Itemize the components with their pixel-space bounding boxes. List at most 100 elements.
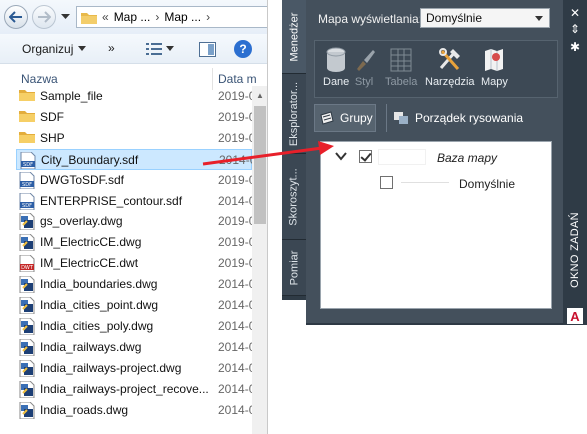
address-crumb-separator-2[interactable]: › bbox=[206, 10, 210, 24]
tab-explorer[interactable]: Eksplorator... bbox=[282, 74, 306, 154]
file-row[interactable]: India_roads.dwg 2014-0 bbox=[16, 400, 252, 421]
style-button[interactable]: Styl bbox=[353, 47, 375, 88]
sdf-file-icon: SDF bbox=[19, 171, 35, 190]
palette-tabs: Menedżer Eksplorator... Skoroszyt... Pom… bbox=[282, 0, 306, 300]
svg-text:DWT: DWT bbox=[21, 265, 34, 271]
default-layer-swatch bbox=[401, 182, 449, 184]
dwg-file-icon bbox=[19, 401, 35, 419]
map-display-select[interactable]: Domyślnie bbox=[420, 8, 550, 28]
groups-button[interactable]: Grupy bbox=[314, 104, 376, 132]
file-row[interactable]: India_railways.dwg 2014-0 bbox=[16, 337, 252, 358]
file-row[interactable]: India_cities_poly.dwg 2014-0 bbox=[16, 316, 252, 337]
file-row[interactable]: SDF ENTERPRISE_contour.sdf 2014-0 bbox=[16, 191, 252, 212]
vertical-scrollbar[interactable]: ▲ bbox=[252, 86, 267, 434]
maps-button[interactable]: Mapy bbox=[481, 47, 508, 88]
base-map-checkbox[interactable] bbox=[359, 150, 372, 163]
auto-hide-icon[interactable]: ⇕ bbox=[568, 22, 582, 36]
change-view-button[interactable] bbox=[146, 43, 174, 55]
file-row[interactable]: SDF 2019-0 bbox=[16, 107, 252, 128]
organize-button[interactable]: Organizuj bbox=[22, 42, 87, 56]
file-date: 2019-0 bbox=[218, 130, 252, 145]
file-name: India_railways-project.dwg bbox=[40, 360, 182, 375]
autocad-logo-icon[interactable]: A bbox=[567, 308, 583, 324]
file-row[interactable]: SHP 2019-0 bbox=[16, 128, 252, 149]
address-crumb-2[interactable]: Map ... bbox=[164, 10, 201, 24]
forward-button[interactable] bbox=[32, 5, 56, 29]
file-date: 2014-0 bbox=[219, 152, 252, 167]
chevron-down-icon bbox=[535, 16, 543, 21]
gear-icon[interactable]: ✱ bbox=[568, 40, 582, 54]
tools-button[interactable]: Narzędzia bbox=[425, 47, 475, 88]
chevron-down-icon bbox=[166, 46, 174, 51]
file-row[interactable]: India_boundaries.dwg 2014-0 bbox=[16, 274, 252, 295]
file-date: 2019-0 bbox=[218, 89, 252, 103]
file-name: City_Boundary.sdf bbox=[41, 152, 139, 167]
address-crumb-1[interactable]: Map ... bbox=[114, 10, 151, 24]
recent-locations-dropdown[interactable] bbox=[61, 12, 70, 21]
help-button[interactable]: ? bbox=[234, 40, 252, 58]
address-field[interactable]: « Map ... › Map ... › bbox=[76, 6, 267, 28]
file-name: IM_ElectricCE.dwt bbox=[40, 256, 139, 271]
file-row[interactable]: IM_ElectricCE.dwg 2019-0 bbox=[16, 232, 252, 253]
preview-pane-button[interactable] bbox=[199, 42, 216, 57]
file-date: 2014-0 bbox=[218, 318, 252, 333]
file-row[interactable]: Sample_file 2019-0 bbox=[16, 86, 252, 107]
dwg-file-icon bbox=[19, 317, 35, 336]
back-button[interactable] bbox=[4, 5, 28, 29]
base-map-label: Baza mapy bbox=[437, 151, 498, 165]
data-button-label: Dane bbox=[323, 76, 350, 88]
column-name-header[interactable]: Nazwa bbox=[21, 72, 58, 86]
more-commands-button[interactable]: » bbox=[108, 41, 115, 55]
task-pane-title: OKNO ZADAŃ bbox=[563, 195, 587, 305]
file-date: 2019-0 bbox=[218, 256, 252, 271]
table-button[interactable]: Tabela bbox=[385, 47, 417, 88]
sdf-file-icon: SDF bbox=[19, 192, 35, 210]
dwg-file-icon bbox=[19, 233, 35, 252]
address-crumb-separator[interactable]: › bbox=[155, 10, 159, 24]
dwg-file-icon bbox=[19, 380, 35, 399]
command-bar: Organizuj » ? bbox=[0, 34, 267, 64]
tab-measure[interactable]: Pomiar bbox=[282, 240, 306, 296]
file-date: 2019-0 bbox=[218, 235, 252, 250]
data-button[interactable]: Dane bbox=[323, 47, 349, 88]
file-date: 2014-0 bbox=[218, 298, 252, 312]
dwg-file-icon bbox=[19, 212, 35, 231]
ribbon-toolbar: Dane Styl Tabela Narzędzia Mapy bbox=[314, 40, 558, 98]
tools-icon bbox=[438, 48, 460, 70]
chevron-down-icon bbox=[78, 46, 87, 51]
tree-row-default-layer[interactable]: Domyślnie bbox=[321, 172, 553, 194]
default-layer-label: Domyślnie bbox=[459, 177, 516, 191]
file-date: 2019-0 bbox=[218, 172, 252, 187]
task-pane-title-text: OKNO ZADAŃ bbox=[569, 212, 582, 288]
file-row[interactable]: India_railways-project_recove... 2014-0 bbox=[16, 379, 252, 400]
file-date: 2014-0 bbox=[218, 339, 252, 354]
file-date: 2014-0 bbox=[218, 402, 252, 417]
file-row[interactable]: SDF DWGToSDF.sdf 2019-0 bbox=[16, 170, 252, 191]
draw-order-button[interactable]: Porządek rysowania bbox=[386, 104, 523, 132]
scrollbar-thumb[interactable] bbox=[254, 106, 266, 224]
tree-row-base-map[interactable]: Baza mapy bbox=[321, 146, 553, 168]
file-row[interactable]: India_railways-project.dwg 2014-0 bbox=[16, 358, 252, 379]
tab-manager[interactable]: Menedżer bbox=[282, 0, 306, 74]
display-manager-panel: Mapa wyświetlania: Domyślnie Dane Styl T… bbox=[306, 0, 563, 325]
file-row-selected[interactable]: SDF City_Boundary.sdf 2014-0 bbox=[16, 148, 252, 170]
file-row[interactable]: DWT IM_ElectricCE.dwt 2019-0 bbox=[16, 253, 252, 274]
address-overflow[interactable]: « bbox=[102, 10, 109, 24]
file-name: India_railways-project_recove... bbox=[40, 381, 209, 396]
dwg-file-icon bbox=[19, 338, 35, 357]
default-layer-checkbox[interactable] bbox=[380, 176, 393, 189]
file-row[interactable]: gs_overlay.dwg 2019-0 bbox=[16, 211, 252, 232]
file-list: Sample_file 2019-0 SDF 2019-0 SHP 2019-0 SDF Ci… bbox=[0, 86, 252, 434]
close-icon[interactable]: ✕ bbox=[568, 6, 582, 20]
file-name: SHP bbox=[40, 130, 65, 145]
draw-order-label: Porządek rysowania bbox=[415, 111, 524, 125]
file-row[interactable]: India_cities_point.dwg 2014-0 bbox=[16, 295, 252, 316]
column-date-header[interactable]: Data m bbox=[218, 72, 257, 86]
scroll-up-arrow-icon[interactable]: ▲ bbox=[252, 88, 267, 102]
tab-workbook[interactable]: Skoroszyt... bbox=[282, 154, 306, 240]
maps-button-label: Mapy bbox=[481, 76, 508, 88]
file-name: India_boundaries.dwg bbox=[40, 277, 158, 292]
sdf-file-icon: SDF bbox=[20, 151, 36, 170]
chevron-down-icon[interactable] bbox=[335, 150, 347, 162]
svg-text:SDF: SDF bbox=[23, 162, 33, 168]
